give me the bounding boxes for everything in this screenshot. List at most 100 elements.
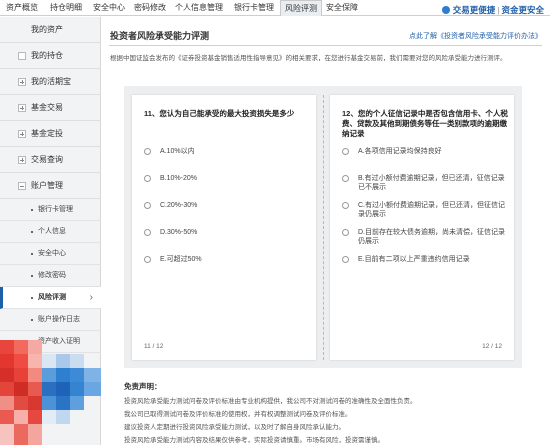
sidebar-item-label: 账户管理 xyxy=(31,181,63,190)
answer-option-d[interactable]: D.目前存在较大债务逾期，尚未清偿，征信记录仍展示 xyxy=(342,228,510,246)
bullet-dot-icon xyxy=(31,231,33,233)
answer-option-c[interactable]: C.20%-30% xyxy=(144,201,312,210)
sidebar-item-label: 基金定投 xyxy=(31,129,63,138)
location-pin-icon xyxy=(441,6,450,14)
slogan-primary: 交易更便捷 xyxy=(452,5,496,15)
sidebar-item-account-management[interactable]: 账户管理 xyxy=(0,173,101,199)
card-divider xyxy=(323,95,324,360)
sidebar-subitem-security-center[interactable]: 安全中心 xyxy=(0,243,101,265)
expand-plus-icon xyxy=(18,104,26,112)
expand-plus-icon xyxy=(18,130,26,138)
sidebar-subitem-label: 个人信息 xyxy=(38,228,66,235)
question-title: 11、您认为自己能承受的最大投资损失是多少 xyxy=(144,109,295,118)
question-card-11: 11、您认为自己能承受的最大投资损失是多少 A.10%以内 B.10%-20% … xyxy=(132,95,316,360)
bullet-dot-icon xyxy=(31,297,33,299)
question-card-12: 12、您的个人征信记录中是否包含信用卡、个人税费、贷款及其他到期债务等任一类别款… xyxy=(330,95,514,360)
disclaimer-line: 我公司已取得测试问卷及评价标准的使用权，并有权调整测试问卷及评价标准。 xyxy=(124,411,352,418)
radio-button[interactable] xyxy=(144,175,151,182)
page-indicator: 12 / 12 xyxy=(482,343,502,350)
answer-option-c[interactable]: C.有过小额付费逾期记录，但已还清，但征信记录仍展示 xyxy=(342,201,510,219)
option-label: B.有过小额付费逾期记录，但已还清，征信记录已不展示 xyxy=(358,175,505,191)
option-label: D.30%-50% xyxy=(160,229,198,236)
radio-button[interactable] xyxy=(144,256,151,263)
sidebar-item-label: 我的资产 xyxy=(31,25,63,34)
evaluation-method-link[interactable]: 点此了解《投资者风险承受能力评价办法》 xyxy=(409,31,542,41)
collapse-minus-icon xyxy=(18,182,26,190)
answer-option-e[interactable]: E.可超过50% xyxy=(144,255,312,264)
radio-button[interactable] xyxy=(342,229,349,236)
sidebar-subitem-label: 安全中心 xyxy=(38,250,66,257)
sidebar-item-label: 我的持仓 xyxy=(31,51,63,60)
tab-risk-assessment[interactable]: 风险评测 xyxy=(280,0,322,16)
tab-holdings-detail[interactable]: 持仓明细 xyxy=(50,0,82,16)
disclaimer-line: 投资风险承受能力测试内容及结果仅供参考，实际投资请慎重。市场有风险，投资需谨慎。 xyxy=(124,437,384,444)
bullet-dot-icon xyxy=(31,253,33,255)
bullet-dot-icon xyxy=(31,209,33,211)
sidebar-item-label: 我的活期宝 xyxy=(31,77,71,86)
option-label: A.各项信用记录均保持良好 xyxy=(358,148,442,155)
title-divider xyxy=(109,45,542,46)
tab-security-guarantee[interactable]: 安全保障 xyxy=(326,0,358,16)
option-label: A.10%以内 xyxy=(160,148,195,155)
sidebar-item-trade-query[interactable]: 交易查询 xyxy=(0,147,101,173)
option-label: E.可超过50% xyxy=(160,256,202,263)
option-label: D.目前存在较大债务逾期，尚未清偿，征信记录仍展示 xyxy=(358,229,505,245)
sidebar-item-my-holdings[interactable]: 我的持仓 xyxy=(0,43,101,69)
answer-option-b[interactable]: B.10%-20% xyxy=(144,174,312,183)
answer-option-a[interactable]: A.10%以内 xyxy=(144,147,312,156)
radio-button[interactable] xyxy=(342,256,349,263)
answer-option-b[interactable]: B.有过小额付费逾期记录，但已还清，征信记录已不展示 xyxy=(342,174,510,192)
top-slogan: 交易更便捷 | 资金更安全 xyxy=(441,3,544,17)
sidebar-item-my-assets[interactable]: 我的资产 xyxy=(0,17,101,43)
page-indicator: 11 / 12 xyxy=(144,343,164,350)
main-content: 投资者风险承受能力评测 点此了解《投资者风险承受能力评价办法》 根据中国证监会发… xyxy=(101,17,550,445)
sidebar-item-fund-investment-plan[interactable]: 基金定投 xyxy=(0,121,101,147)
disclaimer-title: 免责声明： xyxy=(124,382,162,391)
option-label: E.目前有二项以上严重违约信用记录 xyxy=(358,256,470,263)
answer-option-d[interactable]: D.30%-50% xyxy=(144,228,312,237)
radio-button[interactable] xyxy=(144,202,151,209)
tab-personal-info[interactable]: 个人信息管理 xyxy=(175,0,223,16)
slogan-secondary: 资金更安全 xyxy=(501,5,544,15)
sidebar-subitem-operation-log[interactable]: 账户操作日志 xyxy=(0,309,101,331)
sidebar-subitem-label: 风险评测 xyxy=(38,294,66,301)
tab-security-center[interactable]: 安全中心 xyxy=(93,0,125,16)
sidebar-subitem-label: 修改密码 xyxy=(38,272,66,279)
radio-button[interactable] xyxy=(144,148,151,155)
radio-button[interactable] xyxy=(342,202,349,209)
expand-plus-icon xyxy=(18,156,26,164)
question-title: 12、您的个人征信记录中是否包含信用卡、个人税费、贷款及其他到期债务等任一类别款… xyxy=(342,109,508,138)
top-navigation: 资产概览 持仓明细 安全中心 密码修改 个人信息管理 银行卡管理 风险评测 安全… xyxy=(0,0,550,16)
tab-bank-card[interactable]: 银行卡管理 xyxy=(234,0,274,16)
sidebar-item-demand-deposit[interactable]: 我的活期宝 xyxy=(0,69,101,95)
radio-button[interactable] xyxy=(342,148,349,155)
option-label: B.10%-20% xyxy=(160,175,197,182)
sidebar-subitem-bank-card[interactable]: 银行卡管理 xyxy=(0,199,101,221)
answer-option-e[interactable]: E.目前有二项以上严重违约信用记录 xyxy=(342,255,510,264)
sidebar-subitem-personal-info[interactable]: 个人信息 xyxy=(0,221,101,243)
sidebar-item-fund-trade[interactable]: 基金交易 xyxy=(0,95,101,121)
radio-button[interactable] xyxy=(144,229,151,236)
option-label: C.有过小额付费逾期记录，但已还清，但征信记录仍展示 xyxy=(358,202,505,218)
sidebar-subitem-label: 账户操作日志 xyxy=(38,316,80,323)
bullet-square-icon xyxy=(18,52,26,60)
slogan-separator: | xyxy=(497,5,500,15)
sidebar-item-label: 基金交易 xyxy=(31,103,63,112)
bullet-dot-icon xyxy=(31,319,33,321)
tab-asset-overview[interactable]: 资产概览 xyxy=(6,0,38,16)
intro-text: 根据中国证监会发布的《证券投资基金销售适用性指导意见》的相关要求，在您进行基金交… xyxy=(110,55,507,62)
page-title: 投资者风险承受能力评测 xyxy=(110,31,210,41)
radio-button[interactable] xyxy=(342,175,349,182)
option-label: C.20%-30% xyxy=(160,202,198,209)
bullet-dot-icon xyxy=(31,275,33,277)
sidebar-subitem-risk-assessment[interactable]: 风险评测 › xyxy=(0,287,101,309)
disclaimer-line: 投资风险承受能力测试问卷及评价标准由专业机构提供，我公司不对测试问卷的准确性及全… xyxy=(124,398,417,405)
expand-plus-icon xyxy=(18,78,26,86)
chevron-right-icon: › xyxy=(89,292,93,303)
disclaimer-line: 建议投资人定期进行投资风险承受能力测试，以及时了解自身风险承认能力。 xyxy=(124,424,345,431)
tab-password-change[interactable]: 密码修改 xyxy=(134,0,166,16)
sidebar-item-label: 交易查询 xyxy=(31,155,63,164)
sidebar-subitem-change-password[interactable]: 修改密码 xyxy=(0,265,101,287)
censored-mosaic-area xyxy=(0,340,101,445)
answer-option-a[interactable]: A.各项信用记录均保持良好 xyxy=(342,147,510,156)
